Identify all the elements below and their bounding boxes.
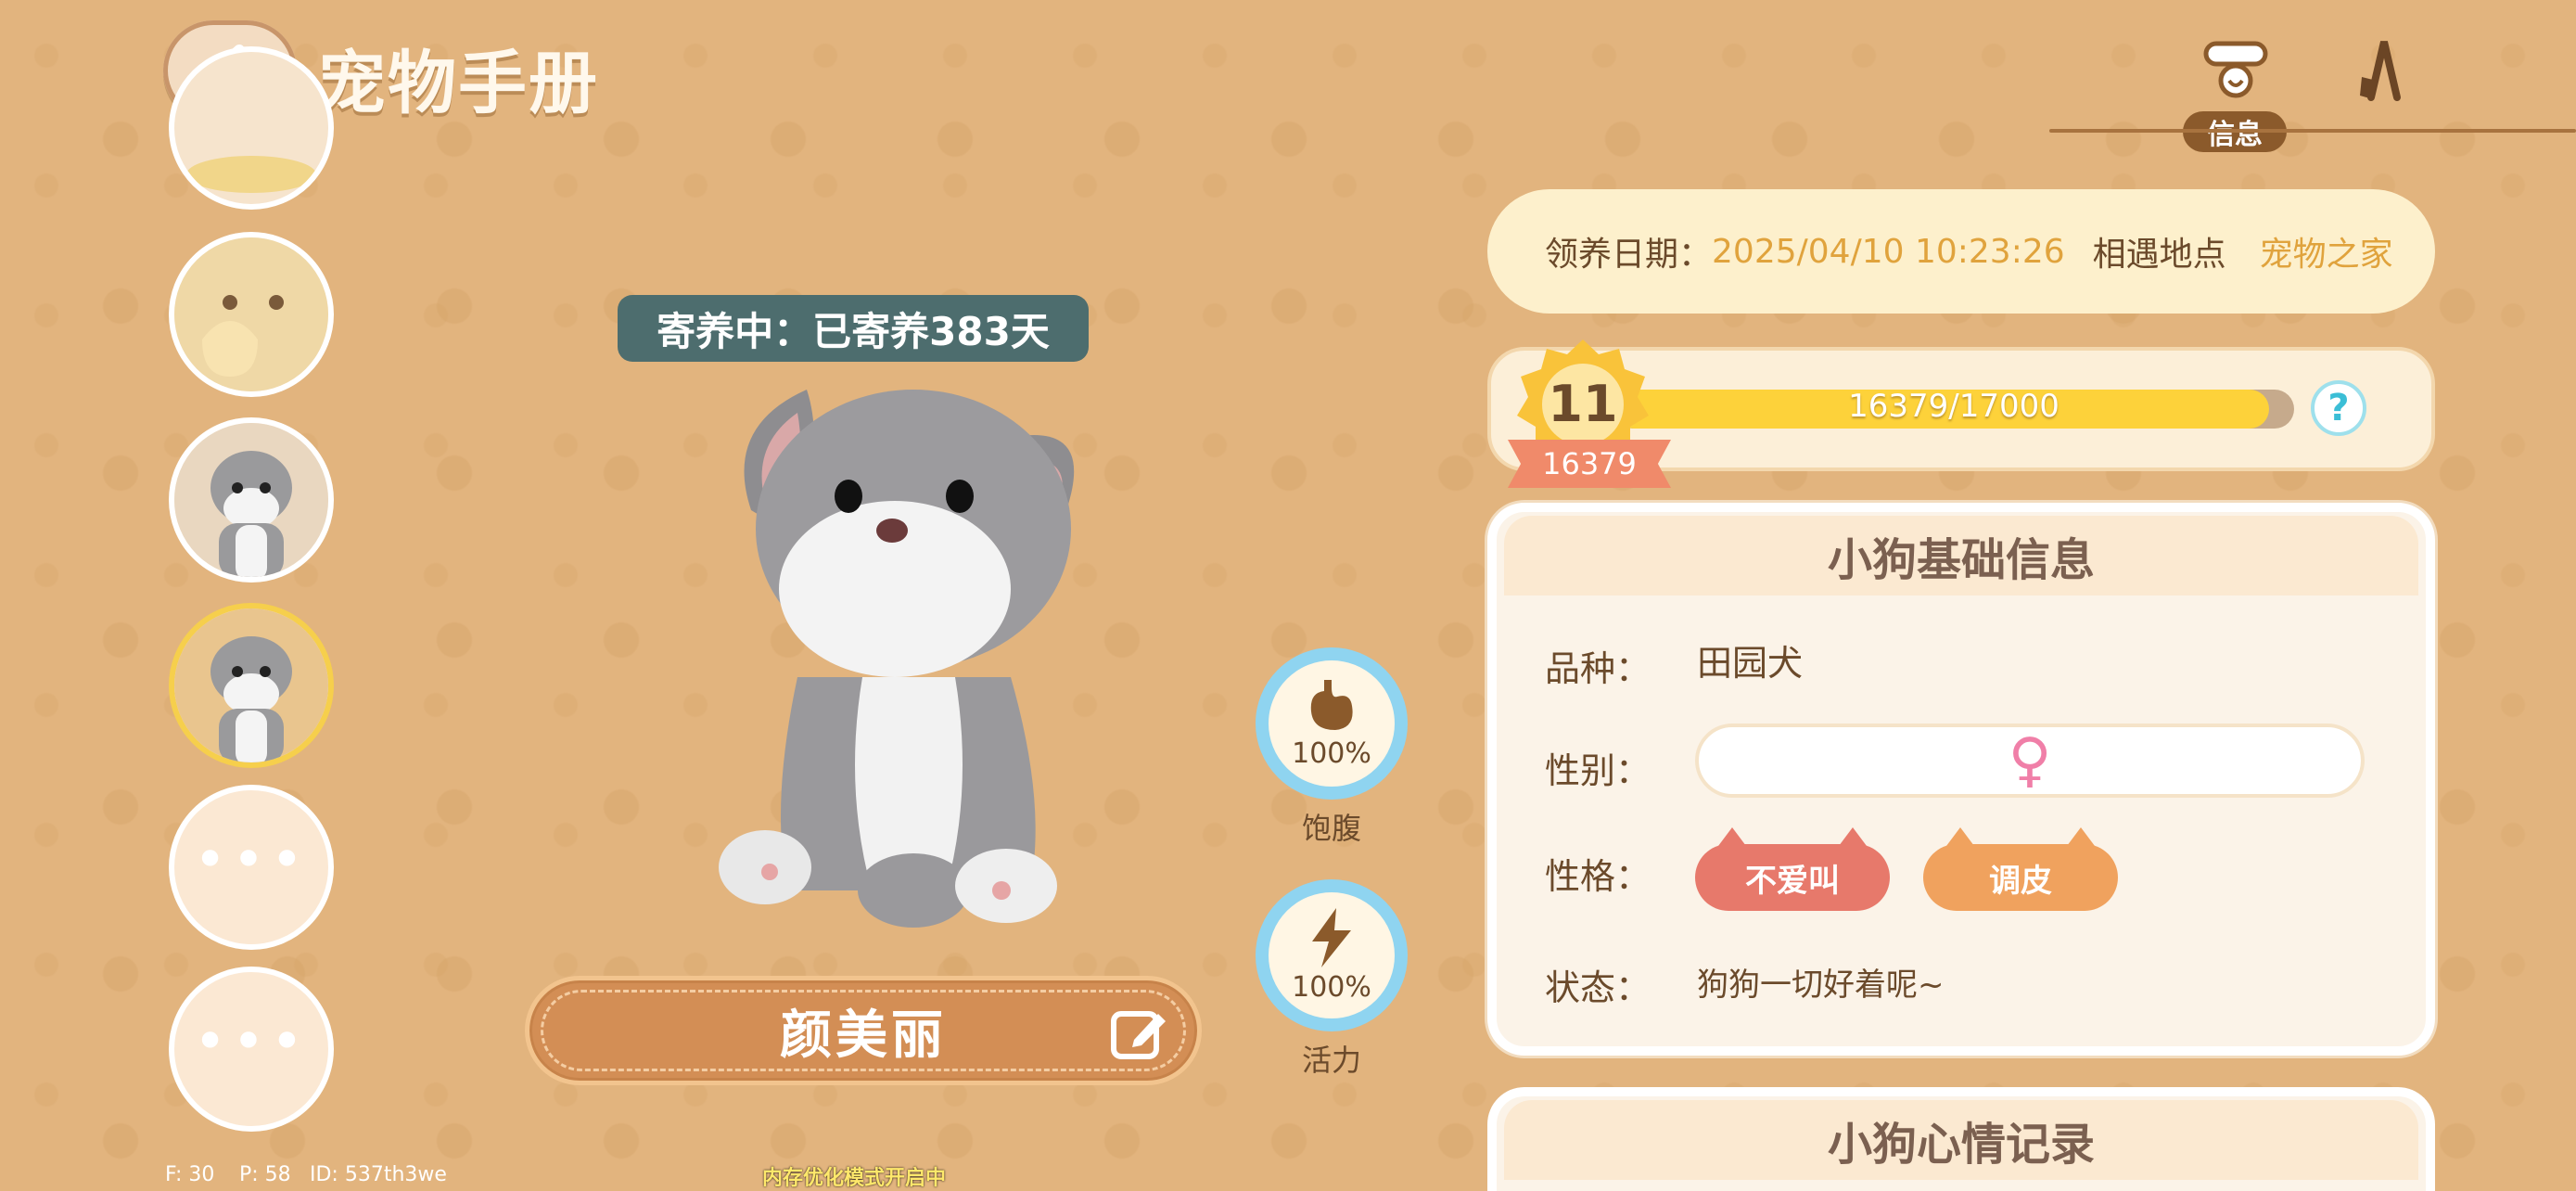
satiety-percent: 100% bbox=[1292, 736, 1371, 770]
meet-place-value: 宠物之家 bbox=[2259, 236, 2393, 274]
page-title: 宠物手册 bbox=[317, 44, 599, 123]
xp-text: 16379/17000 bbox=[1848, 388, 2060, 425]
adoption-info-card: 领养日期： 2025/04/10 10:23:26 相遇地点 宠物之家 bbox=[1487, 189, 2435, 314]
debug-id: ID: 537th3we bbox=[310, 1163, 447, 1186]
female-symbol-icon: ♀ bbox=[2008, 726, 2052, 795]
gender-label: 性别： bbox=[1545, 750, 1651, 791]
pet-slot-2[interactable] bbox=[169, 232, 334, 397]
pet-slot-5-empty[interactable]: ••• bbox=[169, 785, 334, 950]
energy-label: 活力 bbox=[1301, 1043, 1361, 1078]
trait-label: 调皮 bbox=[1989, 862, 2052, 900]
meet-place-label: 相遇地点 bbox=[2092, 236, 2226, 274]
lightning-icon bbox=[1312, 907, 1351, 967]
pet-name-bar[interactable]: 颜美丽 bbox=[525, 976, 1202, 1085]
level-points-ribbon: 16379 bbox=[1508, 440, 1671, 488]
satiety-gauge: 100% bbox=[1256, 647, 1408, 800]
more-dots-icon: ••• bbox=[193, 827, 310, 892]
breed-label: 品种： bbox=[1545, 648, 1651, 689]
pet-slot-4-selected[interactable] bbox=[169, 603, 334, 768]
grooming-tool-icon bbox=[2360, 41, 2401, 101]
gender-field: ♀ bbox=[1695, 724, 2365, 798]
adoption-date-label: 领养日期： bbox=[1545, 236, 1713, 274]
puppy-avatar-icon bbox=[174, 608, 328, 762]
trait-label: 不爱叫 bbox=[1745, 862, 1840, 900]
level-number: 11 bbox=[1548, 375, 1618, 433]
puppy-3d-model[interactable] bbox=[686, 371, 1131, 946]
energy-gauge: 100% bbox=[1256, 879, 1408, 1031]
trait-tag: 不爱叫 bbox=[1695, 827, 1890, 911]
adoption-date-value: 2025/04/10 10:23:26 bbox=[1712, 232, 2065, 271]
tab-info[interactable] bbox=[2194, 28, 2277, 111]
edit-name-icon[interactable] bbox=[1108, 1003, 1169, 1064]
personality-label: 性格： bbox=[1545, 856, 1651, 897]
puppy-avatar-icon bbox=[174, 423, 328, 577]
status-value: 狗狗一切好着呢~ bbox=[1697, 967, 1945, 1004]
debug-ping: P: 58 bbox=[239, 1163, 291, 1186]
foster-status-badge: 寄养中：已寄养383天 bbox=[618, 295, 1089, 362]
trait-tag: 调皮 bbox=[1923, 827, 2118, 911]
tab-care[interactable] bbox=[2339, 28, 2422, 111]
stomach-icon bbox=[1310, 679, 1353, 730]
pet-name: 颜美丽 bbox=[780, 1005, 947, 1066]
pet-slot-1[interactable] bbox=[169, 46, 334, 210]
pet-slot-6-empty[interactable]: ••• bbox=[169, 967, 334, 1132]
breed-value: 田园犬 bbox=[1697, 643, 1804, 684]
satiety-label: 饱腹 bbox=[1301, 811, 1361, 846]
cat-toast-icon bbox=[174, 237, 328, 391]
food-bowl-icon bbox=[186, 156, 316, 193]
basic-info-title: 小狗基础信息 bbox=[1504, 516, 2418, 596]
pet-collar-icon bbox=[2203, 41, 2268, 98]
debug-fps: F: 30 bbox=[165, 1163, 215, 1186]
tab-underline bbox=[2049, 129, 2576, 133]
energy-percent: 100% bbox=[1292, 970, 1371, 1004]
memory-mode-notice: 内存优化模式开启中 bbox=[762, 1167, 947, 1190]
mood-record-title[interactable]: 小狗心情记录 bbox=[1504, 1100, 2418, 1180]
more-dots-icon: ••• bbox=[193, 1009, 310, 1074]
level-help-button[interactable]: ? bbox=[2311, 380, 2366, 436]
pet-slot-3[interactable] bbox=[169, 417, 334, 583]
status-label: 状态： bbox=[1545, 967, 1651, 1008]
